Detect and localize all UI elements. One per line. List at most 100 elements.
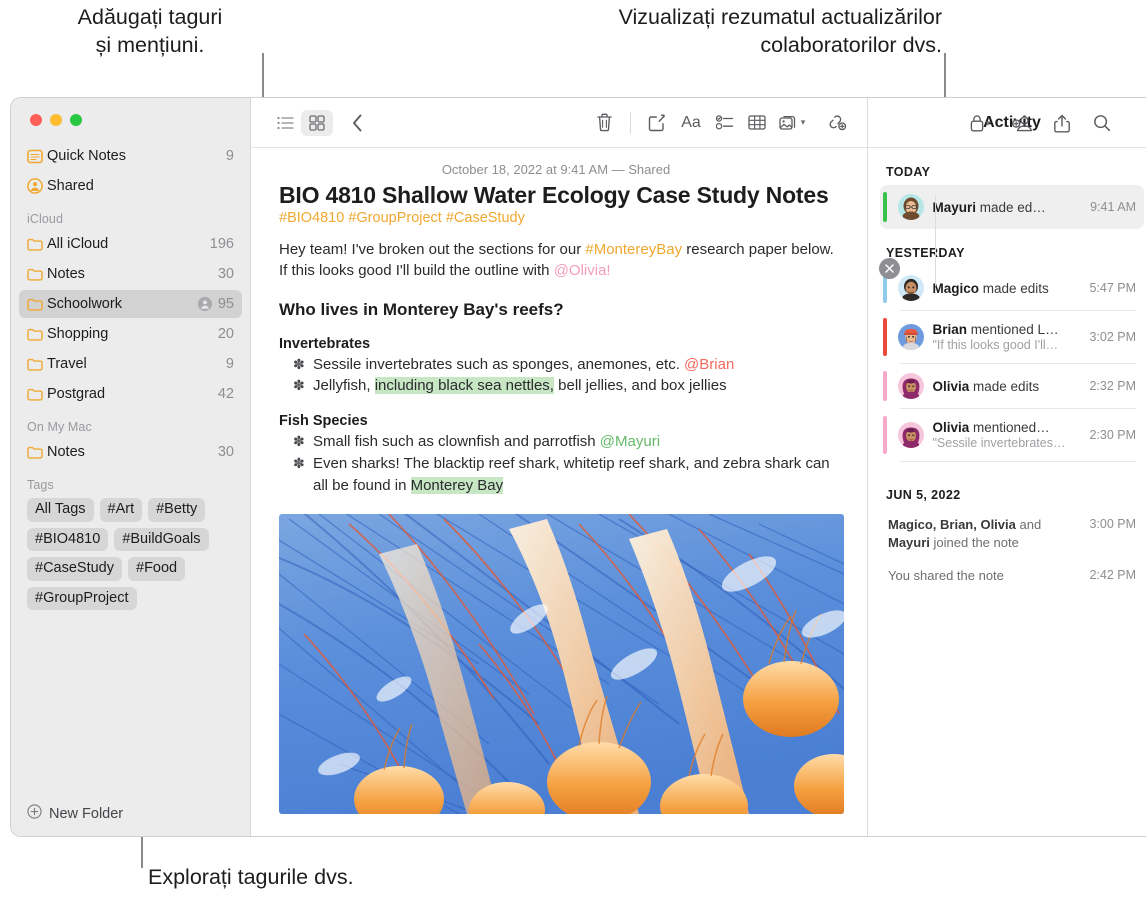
sidebar-item-count: 20 xyxy=(217,326,234,342)
activity-item-line1: Magico made edits xyxy=(933,281,1084,296)
intro-hashtag[interactable]: #MontereyBay xyxy=(585,241,682,258)
note-editor[interactable]: October 18, 2022 at 9:41 AM — Shared BIO… xyxy=(251,148,867,836)
new-folder-button[interactable]: New Folder xyxy=(11,790,250,836)
media-icon[interactable]: ▾ xyxy=(773,110,811,136)
maximize-window-button[interactable] xyxy=(70,114,82,126)
sidebar-item-label: Shopping xyxy=(47,326,109,342)
minimize-window-button[interactable] xyxy=(50,114,62,126)
sidebar-item-label: Travel xyxy=(47,356,87,372)
mention-brian[interactable]: @Brian xyxy=(684,356,734,373)
sidebar-item-notes-local[interactable]: Notes 30 xyxy=(19,438,242,466)
activity-item-line1: Mayuri made ed… xyxy=(933,200,1085,215)
format-text-label: Aa xyxy=(681,113,701,131)
trash-icon[interactable] xyxy=(588,110,620,136)
sidebar-item-travel[interactable]: Travel 9 xyxy=(19,350,242,378)
activity-item-brian-mention[interactable]: Brian mentioned L… "If this looks good I… xyxy=(880,311,1144,363)
folder-icon xyxy=(27,268,47,281)
activity-group-header-jun5: JUN 5, 2022 xyxy=(886,488,961,502)
sidebar-item-notes-icloud[interactable]: Notes 30 xyxy=(19,260,242,288)
tag-groupproject[interactable]: #GroupProject xyxy=(27,586,137,610)
tag-all-tags[interactable]: All Tags xyxy=(27,498,94,522)
sidebar-item-all-icloud[interactable]: All iCloud 196 xyxy=(19,230,242,258)
folder-icon xyxy=(27,358,47,371)
avatar xyxy=(897,194,924,220)
folder-icon xyxy=(27,328,47,341)
tag-betty[interactable]: #Betty xyxy=(148,498,206,522)
activity-history-joined: Magico, Brian, Olivia and Mayuri joined … xyxy=(880,508,1144,559)
sidebar-item-postgrad[interactable]: Postgrad 42 xyxy=(19,380,242,408)
add-person-icon[interactable] xyxy=(1006,110,1038,136)
format-text-icon[interactable]: Aa xyxy=(673,110,709,136)
sidebar-item-label: Shared xyxy=(47,178,94,194)
avatar xyxy=(897,373,924,399)
activity-list: TODAY Mayuri made ed… 9:41 AM YESTERDAY xyxy=(868,148,1146,836)
link-add-icon[interactable] xyxy=(821,110,853,136)
share-icon[interactable] xyxy=(1046,110,1078,136)
sidebar-item-label: All iCloud xyxy=(47,236,109,252)
activity-item-line1: Olivia made edits xyxy=(933,379,1084,394)
sidebar-item-count: 95 xyxy=(217,296,234,312)
activity-item-mayuri-edits[interactable]: Mayuri made ed… 9:41 AM xyxy=(880,185,1144,229)
close-activity-icon[interactable] xyxy=(879,258,900,279)
bullet-text: Sessile invertebrates such as sponges, a… xyxy=(313,355,685,373)
sidebar-item-shopping[interactable]: Shopping 20 xyxy=(19,320,242,348)
sidebar: Quick Notes 9 Shared iCloud All iCloud 1… xyxy=(11,98,251,836)
sidebar-item-schoolwork[interactable]: Schoolwork 95 xyxy=(19,290,242,318)
activity-item-time: 2:32 PM xyxy=(1089,379,1136,393)
checklist-icon[interactable] xyxy=(709,110,741,136)
activity-item-olivia-mention[interactable]: Olivia mentioned… "Sessile invertebrates… xyxy=(880,409,1144,461)
sidebar-item-shared[interactable]: Shared xyxy=(19,172,242,200)
compose-icon[interactable] xyxy=(641,110,673,136)
avatar xyxy=(897,275,924,301)
list-item: Even sharks! The blacktip reef shark, wh… xyxy=(291,453,845,497)
activity-panel: Activity TODAY Mayuri made ed… 9:41 AM Y… xyxy=(867,98,1146,836)
callout-bottom-left: Explorați tagurile dvs. xyxy=(148,865,354,889)
sidebar-item-count: 42 xyxy=(217,386,234,402)
activity-history-text: You shared the note xyxy=(888,568,1004,584)
intro-mention-olivia[interactable]: @Olivia! xyxy=(554,262,611,279)
activity-history-tail: joined the note xyxy=(929,534,1019,550)
lock-icon[interactable]: ▾ xyxy=(962,110,998,136)
search-icon[interactable] xyxy=(1086,110,1118,136)
activity-item-olivia-edits[interactable]: Olivia made edits 2:32 PM xyxy=(880,364,1144,408)
table-icon[interactable] xyxy=(741,110,773,136)
close-window-button[interactable] xyxy=(30,114,42,126)
activity-item-magico-edits[interactable]: Magico made edits 5:47 PM xyxy=(880,266,1144,310)
tag-buildgoals[interactable]: #BuildGoals xyxy=(114,527,209,551)
chevron-down-icon: ▾ xyxy=(985,117,991,128)
activity-item-text: Mayuri made ed… xyxy=(933,200,1085,215)
bullet-text-tail: bell jellies, and box jellies xyxy=(553,377,727,395)
tag-bio4810[interactable]: #BIO4810 xyxy=(27,527,109,551)
highlighted-text: Monterey Bay xyxy=(410,476,504,494)
jellyfish-photo[interactable] xyxy=(279,514,844,815)
back-chevron-icon[interactable] xyxy=(341,110,373,136)
activity-history-mid: and xyxy=(1015,517,1042,532)
sidebar-item-count: 9 xyxy=(225,148,234,164)
list-view-icon[interactable] xyxy=(269,110,301,136)
sidebar-item-quick-notes[interactable]: Quick Notes 9 xyxy=(19,142,242,170)
note-date: October 18, 2022 at 9:41 AM — Shared xyxy=(441,162,671,177)
activity-item-time: 9:41 AM xyxy=(1090,200,1136,214)
activity-item-text: Olivia made edits xyxy=(933,379,1084,394)
avatar xyxy=(897,422,924,448)
activity-item-name: Olivia xyxy=(932,420,970,435)
sidebar-item-label: Quick Notes xyxy=(47,148,126,164)
sidebar-item-count: 30 xyxy=(217,266,234,282)
gallery-view-icon[interactable] xyxy=(301,109,333,136)
activity-group-header-today: TODAY xyxy=(886,165,931,179)
folder-icon xyxy=(27,388,47,401)
highlighted-text: including black sea nettles, xyxy=(374,377,554,395)
tag-food[interactable]: #Food xyxy=(128,557,186,581)
new-folder-label: New Folder xyxy=(49,805,124,822)
mention-mayuri[interactable]: @Mayuri xyxy=(600,433,660,450)
activity-item-name: Magico xyxy=(932,280,980,296)
folder-icon xyxy=(27,446,47,459)
sidebar-item-label: Schoolwork xyxy=(47,296,122,312)
toolbar-divider xyxy=(630,111,631,134)
activity-item-time: 2:30 PM xyxy=(1089,428,1136,442)
sidebar-item-count: 30 xyxy=(217,444,234,460)
tag-casestudy[interactable]: #CaseStudy xyxy=(27,557,122,581)
activity-history-names-1: Magico, Brian, Olivia xyxy=(888,517,1016,532)
tag-art[interactable]: #Art xyxy=(99,498,143,522)
sidebar-item-count: 196 xyxy=(209,236,234,252)
